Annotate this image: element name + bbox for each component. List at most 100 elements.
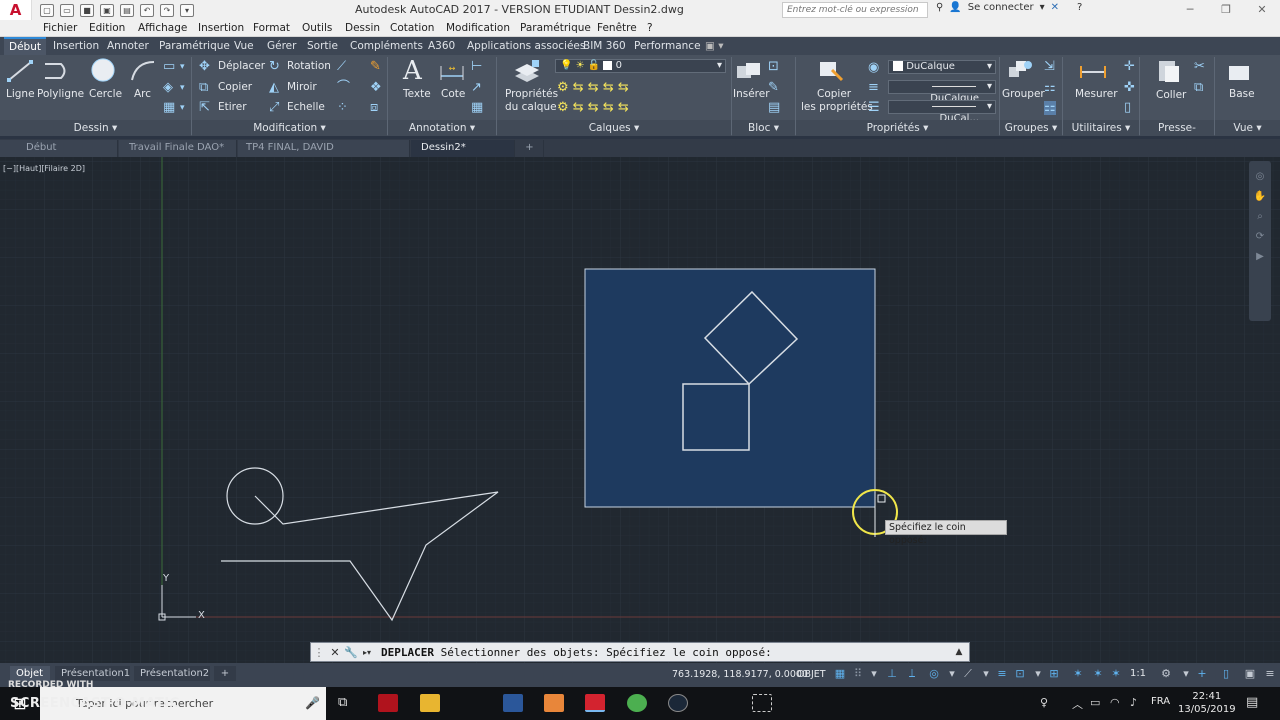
panel-footer-annotation[interactable]: Annotation ▾ (388, 120, 496, 136)
autocad-logo-icon[interactable]: A (0, 0, 32, 20)
ribbon-inserer[interactable]: Insérer (733, 88, 770, 100)
ungroup-icon[interactable]: ⇲ (1044, 60, 1055, 74)
ribbon-cote[interactable]: Cote (441, 88, 465, 100)
file-explorer-icon[interactable] (420, 694, 440, 712)
ribbon-deplacer[interactable]: Déplacer (218, 60, 265, 72)
ribbon-proprietes-calque[interactable]: Propriétés (505, 88, 558, 100)
ribbon-etirer[interactable]: Etirer (218, 101, 247, 113)
minimize-button[interactable]: ─ (1172, 0, 1208, 20)
ribbon-echelle[interactable]: Echelle (287, 101, 325, 113)
lineweight-toggle-icon[interactable]: ≡ (996, 668, 1008, 680)
polar-dropdown-icon[interactable]: ▾ (946, 668, 958, 680)
tab-insertion[interactable]: Insertion (48, 39, 104, 53)
ribbon-mesurer[interactable]: Mesurer (1075, 88, 1118, 100)
new-file-icon[interactable]: ▢ (40, 3, 54, 17)
copy-clip-icon[interactable]: ⧉ (1194, 81, 1203, 95)
annotation-scale-icon[interactable]: ✶ (1110, 668, 1122, 680)
ribbon-rotation[interactable]: Rotation (287, 60, 331, 72)
add-layout-icon[interactable]: + (214, 666, 236, 681)
selection-cycling-icon[interactable]: ▾ (1032, 668, 1044, 680)
snap-toggle-icon[interactable]: ⠿ (852, 668, 864, 680)
text-icon[interactable]: A (403, 56, 422, 86)
lineweight-dropdown[interactable]: DuCal... ▾ (888, 100, 996, 124)
polyline-icon[interactable] (41, 58, 71, 84)
annotation-monitor-icon[interactable]: ⊞ (1048, 668, 1060, 680)
lineweight-icon[interactable]: ≡ (868, 81, 879, 95)
ortho-icon[interactable]: ⊥ (886, 668, 898, 680)
open-file-icon[interactable]: ▭ (60, 3, 74, 17)
menu-outils[interactable]: Outils (302, 22, 332, 34)
dessin-dropdown2-icon[interactable]: ▾ (180, 81, 185, 95)
notifications-icon[interactable]: ▤ (1246, 695, 1258, 710)
panel-footer-bloc[interactable]: Bloc ▾ (732, 120, 795, 136)
layout-tab-presentation1[interactable]: Présentation1 (55, 666, 130, 681)
command-history-icon[interactable]: ▲ (951, 647, 967, 657)
doc-tab-debut[interactable]: Début (0, 140, 118, 157)
close-button[interactable]: ✕ (1244, 0, 1280, 20)
group-edit-icon[interactable]: ⚏ (1044, 81, 1056, 95)
model-space-button[interactable]: OBJET (797, 669, 826, 680)
ribbon-polyligne-label[interactable]: Polyligne (37, 88, 84, 100)
command-line[interactable]: ⋮ ✕ 🔧 ▸▾ DEPLACER Sélectionner des objet… (310, 642, 970, 662)
recent-commands-icon[interactable]: ▸▾ (359, 648, 375, 657)
menu-format[interactable]: Format (253, 22, 290, 34)
tab-a360[interactable]: A360 (423, 39, 460, 53)
new-tab-icon[interactable]: + (516, 140, 544, 157)
dessin-dropdown-icon[interactable]: ▾ (180, 60, 185, 74)
workspace-dropdown-icon[interactable]: ▾ (1180, 668, 1192, 680)
table-icon[interactable]: ▦ (471, 101, 483, 115)
panel-footer-vue[interactable]: Vue ▾ (1215, 120, 1280, 136)
panel-footer-proprietes[interactable]: Propriétés ▾ (796, 120, 999, 136)
login-link[interactable]: Se connecter (968, 2, 1034, 13)
microphone-icon[interactable]: 🎤 (305, 696, 320, 710)
ribbon-texte[interactable]: Texte (403, 88, 431, 100)
tab-parametrique[interactable]: Paramétrique (154, 39, 235, 53)
ribbon-base[interactable]: Base (1229, 88, 1255, 100)
isolate-objects-icon[interactable]: ▯ (1220, 668, 1232, 680)
ribbon-miroir[interactable]: Miroir (287, 81, 317, 93)
task-view-icon[interactable]: ⧉ (338, 695, 347, 710)
word-icon[interactable] (503, 694, 523, 712)
layout-tab-presentation2[interactable]: Présentation2 (134, 666, 210, 681)
group-select-icon[interactable]: ⚏ (1044, 101, 1056, 115)
nav-tools-icon[interactable]: ◎ ✋ ⌕ ⟳ ▶ (1249, 167, 1271, 267)
tab-performance[interactable]: Performance (629, 39, 706, 53)
base-view-icon[interactable] (1225, 60, 1255, 86)
redo-icon[interactable]: ↷ (160, 3, 174, 17)
offset-icon[interactable]: ⧈ (370, 101, 378, 115)
people-icon[interactable]: ♀ (1040, 696, 1048, 709)
ribbon-copier[interactable]: Copier (218, 81, 252, 93)
annotate-plus-icon[interactable]: + (1196, 668, 1208, 680)
dimension-icon[interactable]: ↔ (437, 58, 467, 84)
menu-help[interactable]: ? (647, 22, 653, 34)
linear-dim-icon[interactable]: ⊢ (471, 60, 482, 74)
menu-modification[interactable]: Modification (446, 22, 510, 34)
paste-icon[interactable] (1154, 58, 1184, 84)
create-block-icon[interactable]: ⊡ (768, 60, 779, 74)
ribbon-arc-label[interactable]: Arc (134, 88, 151, 100)
scale-icon[interactable]: ⤢ (269, 101, 279, 115)
move-icon[interactable]: ✥ (199, 60, 210, 74)
close-command-icon[interactable]: ✕ (327, 646, 343, 659)
fillet-icon[interactable]: ⌒ (337, 81, 350, 95)
calculator-icon[interactable]: ▯ (1124, 101, 1131, 115)
panel-footer-modification[interactable]: Modification ▾ (192, 120, 387, 136)
rectangle-icon[interactable]: ▭ (163, 60, 175, 74)
tab-bim360[interactable]: BIM 360 (578, 39, 631, 53)
drawing-canvas[interactable]: Y X [−][Haut][Filaire 2D] ◎ ✋ ⌕ ⟳ ▶ (0, 157, 1280, 663)
clean-screen-icon[interactable]: ▣ (1244, 668, 1256, 680)
coordinates-readout[interactable]: 763.1928, 118.9177, 0.0000 (672, 669, 808, 680)
color-dropdown[interactable]: DuCalque ▾ (888, 60, 996, 74)
navigation-bar[interactable]: ◎ ✋ ⌕ ⟳ ▶ (1249, 161, 1271, 321)
restore-button[interactable]: ❐ (1208, 0, 1244, 20)
layer-properties-icon[interactable] (512, 58, 542, 84)
language-indicator[interactable]: FRA (1151, 696, 1170, 707)
save-as-icon[interactable]: ▣ (100, 3, 114, 17)
menu-fenetre[interactable]: Fenêtre (597, 22, 637, 34)
leader-icon[interactable]: ↗ (471, 81, 482, 95)
customize-status-icon[interactable]: ≡ (1264, 668, 1276, 680)
menu-dessin[interactable]: Dessin (345, 22, 380, 34)
copy-icon[interactable]: ⧉ (199, 81, 208, 95)
attribute-icon[interactable]: ▤ (768, 101, 780, 115)
volume-icon[interactable]: ♪ (1130, 696, 1137, 709)
